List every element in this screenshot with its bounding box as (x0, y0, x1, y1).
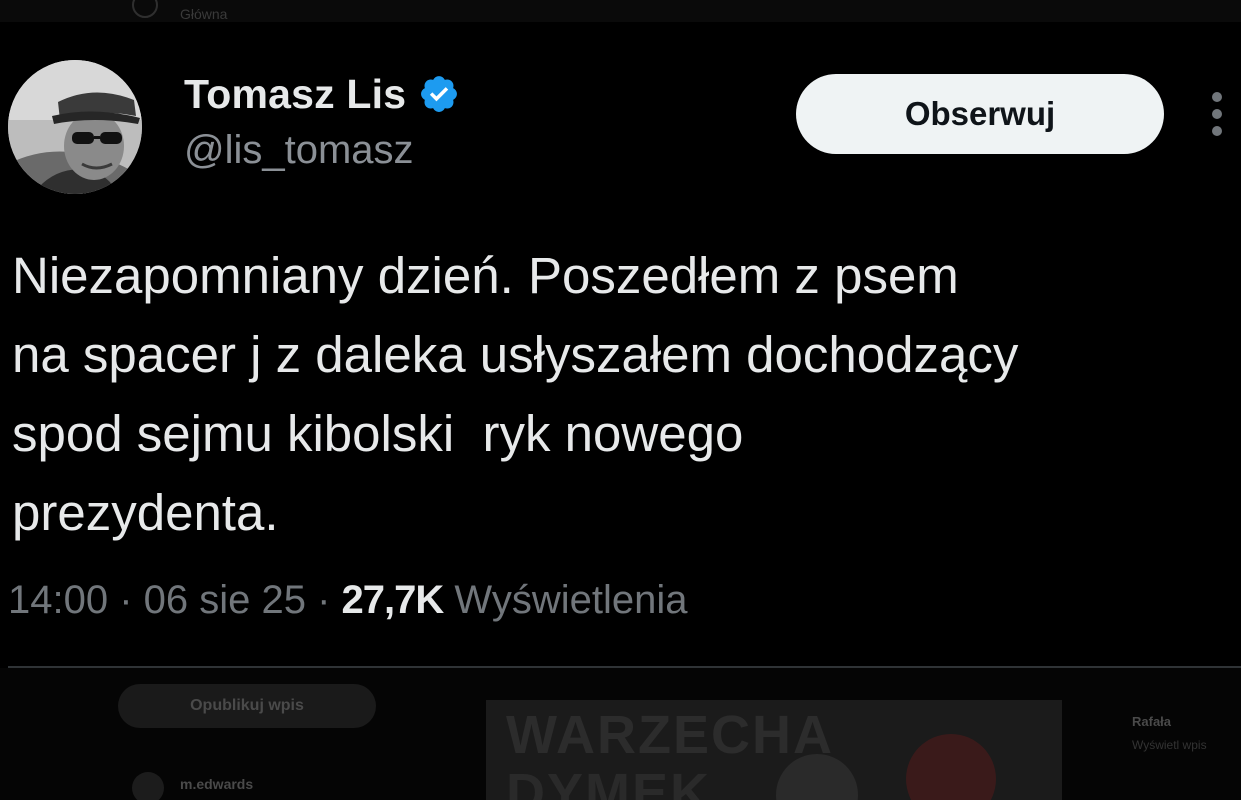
more-dot (1212, 92, 1222, 102)
tweet-meta: 14:00 · 06 sie 25 · 27,7K Wyświetlenia (8, 574, 687, 626)
follow-button[interactable]: Obserwuj (796, 74, 1164, 154)
author-display-name[interactable]: Tomasz Lis (184, 71, 406, 118)
more-vertical-icon[interactable] (1203, 92, 1231, 136)
profile-photo-icon (8, 60, 142, 194)
background-feed: Opublikuj wpis m.edwards WARZECHA DYMEK … (0, 668, 1241, 800)
top-bar-label[interactable]: Główna (180, 6, 227, 22)
tweet-date[interactable]: 06 sie 25 (144, 578, 306, 623)
side-item-title[interactable]: Rafała (1132, 714, 1171, 729)
reply-user-handle[interactable]: m.edwards (180, 776, 253, 792)
feed-image-text-2: DYMEK (506, 763, 712, 800)
home-icon[interactable] (132, 0, 158, 18)
meta-separator: · (108, 577, 144, 622)
side-item-subtitle[interactable]: Wyświetl wpis (1132, 738, 1207, 752)
more-dot (1212, 109, 1222, 119)
top-bar: Główna (0, 0, 1241, 22)
feed-image-text-1: WARZECHA (506, 705, 834, 765)
views-count: 27,7K (341, 577, 445, 622)
reply-user-avatar[interactable] (132, 772, 164, 800)
reply-post-button[interactable]: Opublikuj wpis (118, 684, 376, 728)
feed-image[interactable]: WARZECHA DYMEK (486, 700, 1062, 800)
views-spacer (443, 578, 454, 623)
author-handle[interactable]: @lis_tomasz (184, 128, 414, 173)
tweet-time[interactable]: 14:00 (8, 578, 108, 623)
author-name-row: Tomasz Lis (184, 70, 460, 118)
avatar[interactable] (8, 60, 142, 194)
meta-separator: · (306, 577, 342, 622)
tweet-text: Niezapomniany dzień. Poszedłem z psem na… (12, 247, 1019, 541)
verified-badge-icon (421, 76, 458, 112)
feed-image-shape (906, 734, 996, 800)
views-label: Wyświetlenia (454, 577, 688, 622)
more-dot (1212, 126, 1222, 136)
